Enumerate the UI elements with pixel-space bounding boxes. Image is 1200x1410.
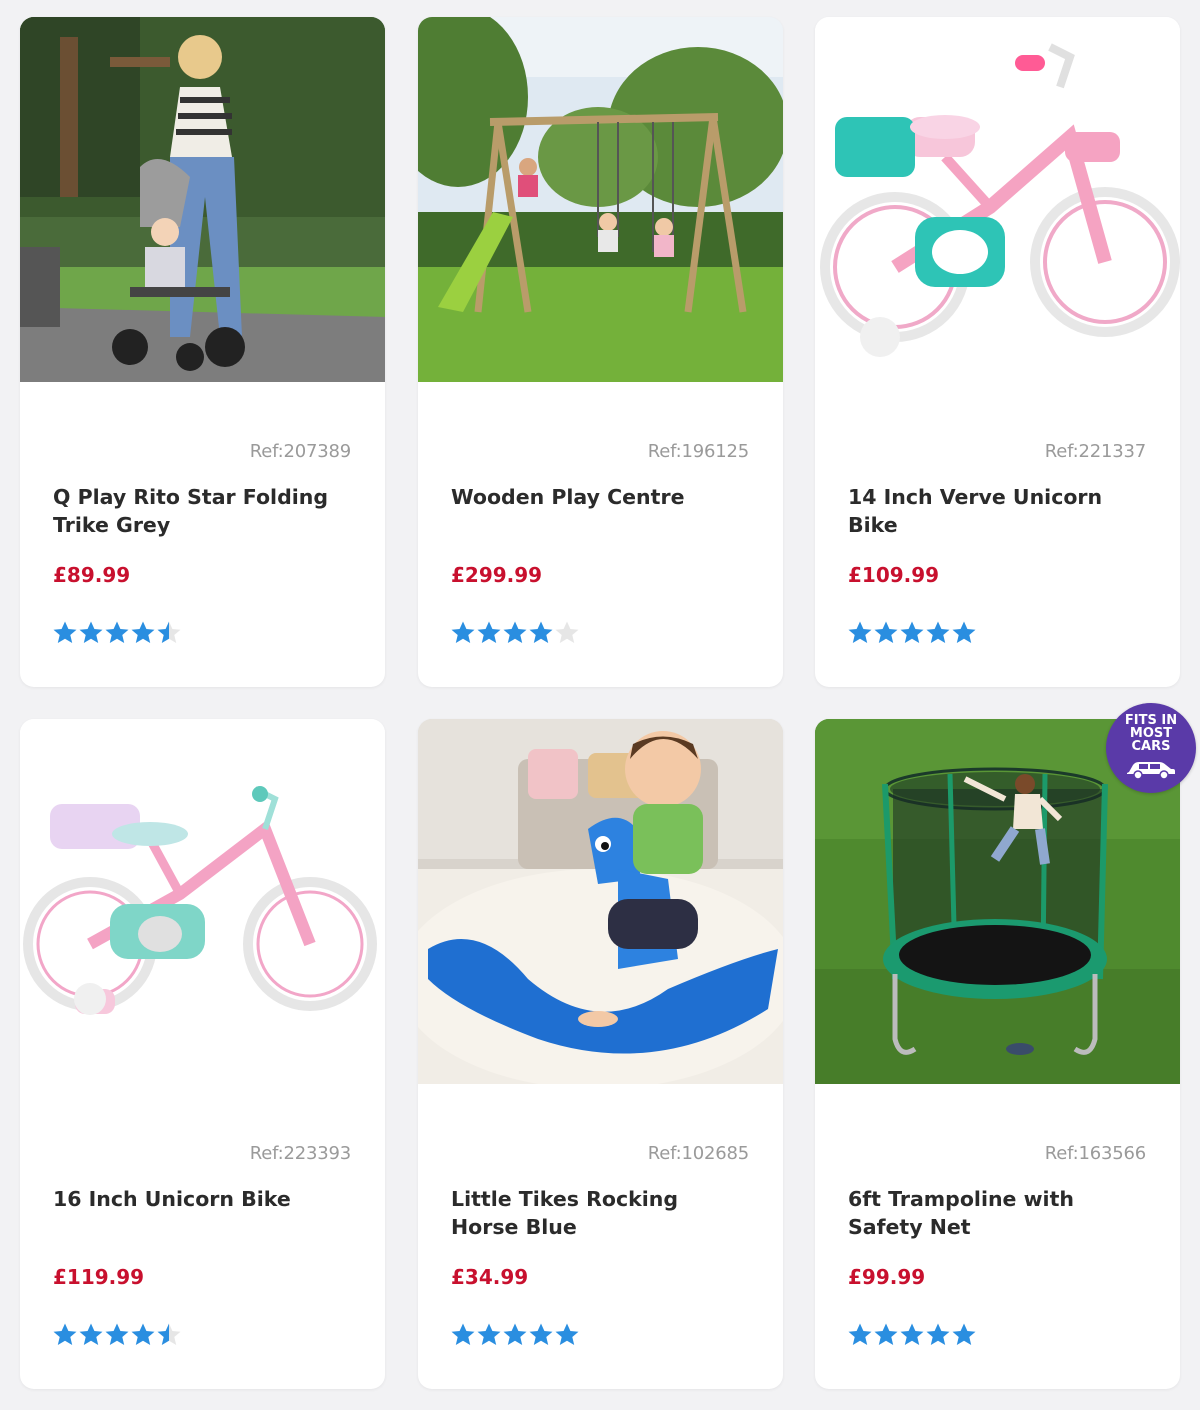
- product-ref: Ref:163566: [1044, 1143, 1146, 1164]
- star-icon: [156, 1322, 182, 1348]
- rating-stars: [52, 1322, 182, 1350]
- product-card[interactable]: Ref:221337 14 Inch Verve Unicorn Bike £1…: [815, 17, 1180, 687]
- star-icon: [873, 620, 899, 646]
- product-ref: Ref:223393: [249, 1143, 351, 1164]
- star-icon: [52, 620, 78, 646]
- star-icon: [528, 620, 554, 646]
- product-card[interactable]: Ref:163566 6ft Trampoline with Safety Ne…: [815, 719, 1180, 1389]
- star-icon: [899, 620, 925, 646]
- product-card[interactable]: Ref:196125 Wooden Play Centre £299.99: [418, 17, 783, 687]
- product-title[interactable]: Wooden Play Centre: [451, 483, 751, 511]
- product-image[interactable]: [418, 17, 783, 382]
- product-title[interactable]: 16 Inch Unicorn Bike: [53, 1185, 353, 1213]
- star-icon: [554, 620, 580, 646]
- product-ref: Ref:196125: [647, 441, 749, 462]
- star-icon: [847, 1322, 873, 1348]
- product-price: £99.99: [848, 1265, 926, 1289]
- product-card[interactable]: Ref:223393 16 Inch Unicorn Bike £119.99: [20, 719, 385, 1389]
- star-icon: [104, 1322, 130, 1348]
- star-icon: [156, 620, 182, 646]
- star-icon: [502, 620, 528, 646]
- product-card[interactable]: Ref:207389 Q Play Rito Star Folding Trik…: [20, 17, 385, 687]
- rating-stars: [847, 1322, 977, 1350]
- star-icon: [951, 620, 977, 646]
- badge-line3: CARS: [1131, 739, 1171, 754]
- star-icon: [502, 1322, 528, 1348]
- rating-stars: [450, 1322, 580, 1350]
- car-icon: [1127, 762, 1175, 780]
- star-icon: [899, 1322, 925, 1348]
- product-title[interactable]: Little Tikes Rocking Horse Blue: [451, 1185, 751, 1241]
- product-image[interactable]: [20, 17, 385, 382]
- product-price: £299.99: [451, 563, 543, 587]
- product-ref: Ref:102685: [647, 1143, 749, 1164]
- star-icon: [925, 620, 951, 646]
- product-ref: Ref:207389: [249, 441, 351, 462]
- rating-stars: [52, 620, 182, 648]
- star-icon: [847, 620, 873, 646]
- product-title[interactable]: 14 Inch Verve Unicorn Bike: [848, 483, 1148, 539]
- product-title[interactable]: 6ft Trampoline with Safety Net: [848, 1185, 1148, 1241]
- product-title[interactable]: Q Play Rito Star Folding Trike Grey: [53, 483, 353, 539]
- star-icon: [528, 1322, 554, 1348]
- product-image[interactable]: [418, 719, 783, 1084]
- product-price: £119.99: [53, 1265, 145, 1289]
- rating-stars: [450, 620, 580, 648]
- product-image[interactable]: [815, 17, 1180, 382]
- product-price: £34.99: [451, 1265, 529, 1289]
- star-icon: [450, 1322, 476, 1348]
- star-icon: [104, 620, 130, 646]
- star-icon: [130, 1322, 156, 1348]
- star-icon: [52, 1322, 78, 1348]
- star-icon: [925, 1322, 951, 1348]
- product-grid: Ref:207389 Q Play Rito Star Folding Trik…: [0, 0, 1200, 1410]
- star-icon: [476, 620, 502, 646]
- star-icon: [130, 620, 156, 646]
- star-icon: [873, 1322, 899, 1348]
- star-icon: [951, 1322, 977, 1348]
- star-icon: [78, 620, 104, 646]
- product-image[interactable]: [20, 719, 385, 1084]
- fits-in-most-cars-badge: FITS IN MOST CARS: [1106, 703, 1196, 793]
- star-icon: [78, 1322, 104, 1348]
- star-icon: [450, 620, 476, 646]
- product-ref: Ref:221337: [1044, 441, 1146, 462]
- product-price: £89.99: [53, 563, 131, 587]
- product-price: £109.99: [848, 563, 940, 587]
- star-icon: [554, 1322, 580, 1348]
- product-card[interactable]: Ref:102685 Little Tikes Rocking Horse Bl…: [418, 719, 783, 1389]
- rating-stars: [847, 620, 977, 648]
- star-icon: [476, 1322, 502, 1348]
